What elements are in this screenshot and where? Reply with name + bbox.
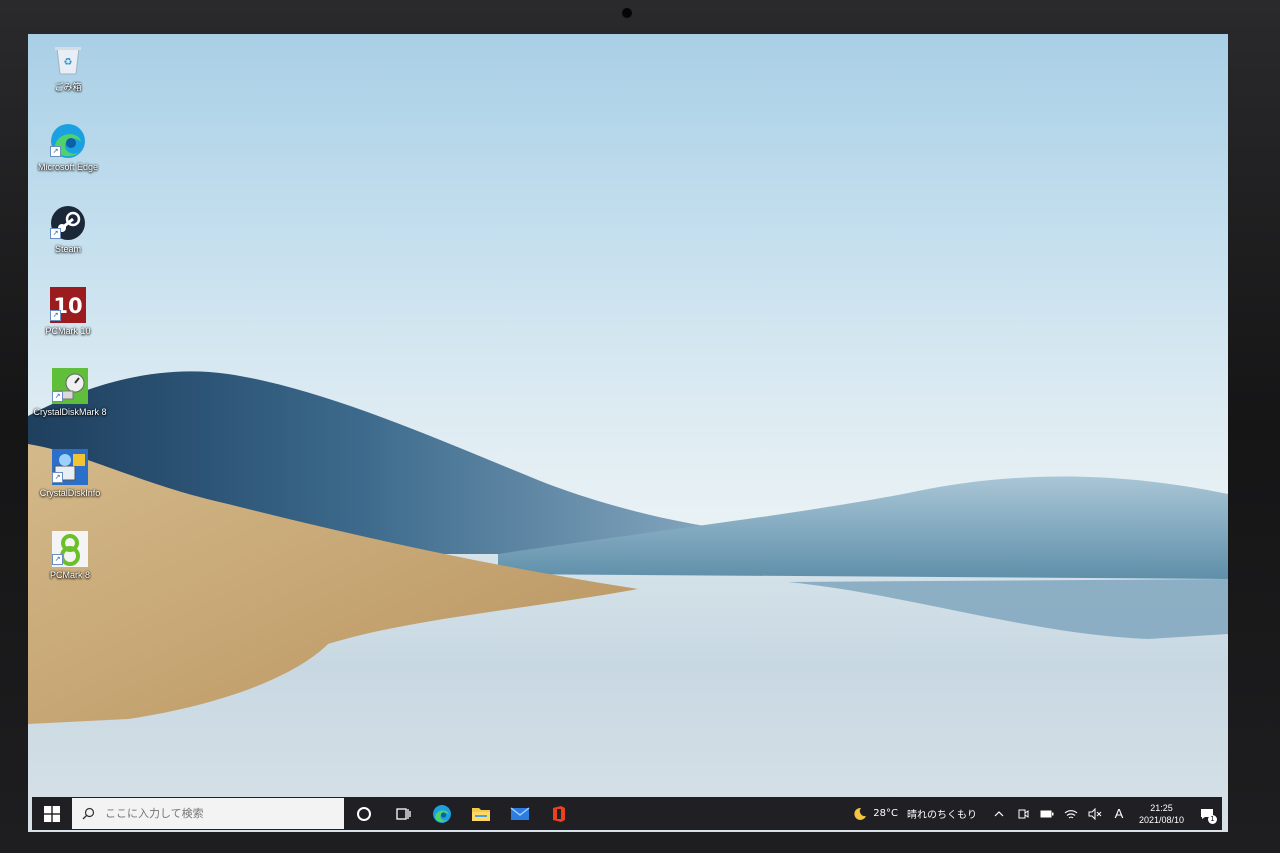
- desktop-screen: ♻ ごみ箱 ↗ Microsoft Edge ↗ Steam 10 ↗ PCMa…: [28, 34, 1228, 832]
- search-icon: [82, 807, 95, 820]
- webcam: [622, 8, 632, 18]
- battery-icon: [1040, 810, 1054, 817]
- clock-button[interactable]: 21:25 2021/08/10: [1131, 802, 1192, 826]
- shortcut-arrow-icon: ↗: [50, 146, 61, 157]
- wallpaper-landscape: [28, 371, 1228, 724]
- crystaldiskmark-icon: ↗: [51, 367, 89, 405]
- weather-temp: 28°C: [873, 808, 898, 819]
- mail-icon: [510, 806, 529, 820]
- office-button[interactable]: [539, 797, 578, 830]
- start-button[interactable]: [32, 797, 72, 830]
- taskbar-search-box[interactable]: [72, 798, 344, 829]
- weather-text: 晴れのちくもり: [906, 810, 977, 821]
- steam-icon: ↗: [49, 204, 87, 242]
- taskbar-edge-button[interactable]: [422, 797, 461, 830]
- moon-cloud-icon: [854, 807, 867, 820]
- mail-button[interactable]: [500, 797, 539, 830]
- edge-icon: [432, 804, 451, 823]
- network-button[interactable]: [1059, 797, 1083, 830]
- desktop-icon-steam[interactable]: ↗ Steam: [28, 204, 108, 254]
- shortcut-arrow-icon: ↗: [50, 310, 61, 321]
- crystaldiskinfo-icon: ↗: [51, 448, 89, 486]
- pcmark8-icon: ↗: [51, 530, 89, 568]
- shortcut-arrow-icon: ↗: [52, 554, 63, 565]
- action-center-button[interactable]: 1: [1192, 797, 1222, 830]
- show-hidden-icons-button[interactable]: [987, 797, 1011, 830]
- clock-time: 21:25: [1150, 802, 1173, 813]
- weather-widget[interactable]: 28°C 晴れのちくもり: [842, 806, 987, 822]
- taskbar: 28°C 晴れのちくもり A 21:25 2021/08/10 1: [32, 797, 1222, 830]
- task-view-icon: [395, 807, 411, 820]
- svg-text:♻: ♻: [64, 57, 73, 68]
- shortcut-arrow-icon: ↗: [50, 228, 61, 239]
- file-explorer-button[interactable]: [461, 797, 500, 830]
- desktop-icon-pcmark8[interactable]: ↗ PCMark 8: [30, 530, 110, 580]
- windows-logo-icon: [44, 805, 60, 822]
- edge-icon: ↗: [49, 122, 87, 160]
- meet-now-button[interactable]: [1011, 797, 1035, 830]
- task-view-button[interactable]: [383, 797, 422, 830]
- search-input[interactable]: [103, 806, 337, 821]
- meet-now-icon: [1018, 809, 1029, 818]
- wifi-icon: [1064, 809, 1078, 818]
- file-explorer-icon: [471, 807, 490, 821]
- office-icon: [552, 805, 565, 822]
- volume-muted-icon: [1088, 807, 1102, 820]
- cortana-icon: [356, 806, 371, 821]
- volume-button[interactable]: [1083, 797, 1107, 830]
- recycle-bin-icon: ♻: [49, 40, 87, 78]
- ime-mode-button[interactable]: A: [1107, 797, 1131, 830]
- system-tray: 28°C 晴れのちくもり A 21:25 2021/08/10 1: [842, 797, 1222, 830]
- desktop-icon-crystaldiskinfo[interactable]: ↗ CrystalDiskInfo: [30, 448, 110, 498]
- desktop-icon-microsoft-edge[interactable]: ↗ Microsoft Edge: [28, 122, 108, 172]
- desktop-icon-crystaldiskmark[interactable]: ↗ CrystalDiskMark 8: [30, 367, 110, 417]
- desktop-icon-pcmark10[interactable]: 10 ↗ PCMark 10: [28, 286, 108, 336]
- clock-date: 2021/08/10: [1138, 814, 1184, 825]
- shortcut-arrow-icon: ↗: [52, 472, 63, 483]
- pcmark10-icon: 10 ↗: [49, 286, 87, 324]
- desktop-icon-recycle-bin[interactable]: ♻ ごみ箱: [28, 40, 108, 93]
- chevron-up-icon: [994, 810, 1004, 816]
- shortcut-arrow-icon: ↗: [52, 391, 63, 402]
- cortana-button[interactable]: [344, 797, 383, 830]
- notification-badge: 1: [1208, 815, 1217, 824]
- battery-button[interactable]: [1035, 797, 1059, 830]
